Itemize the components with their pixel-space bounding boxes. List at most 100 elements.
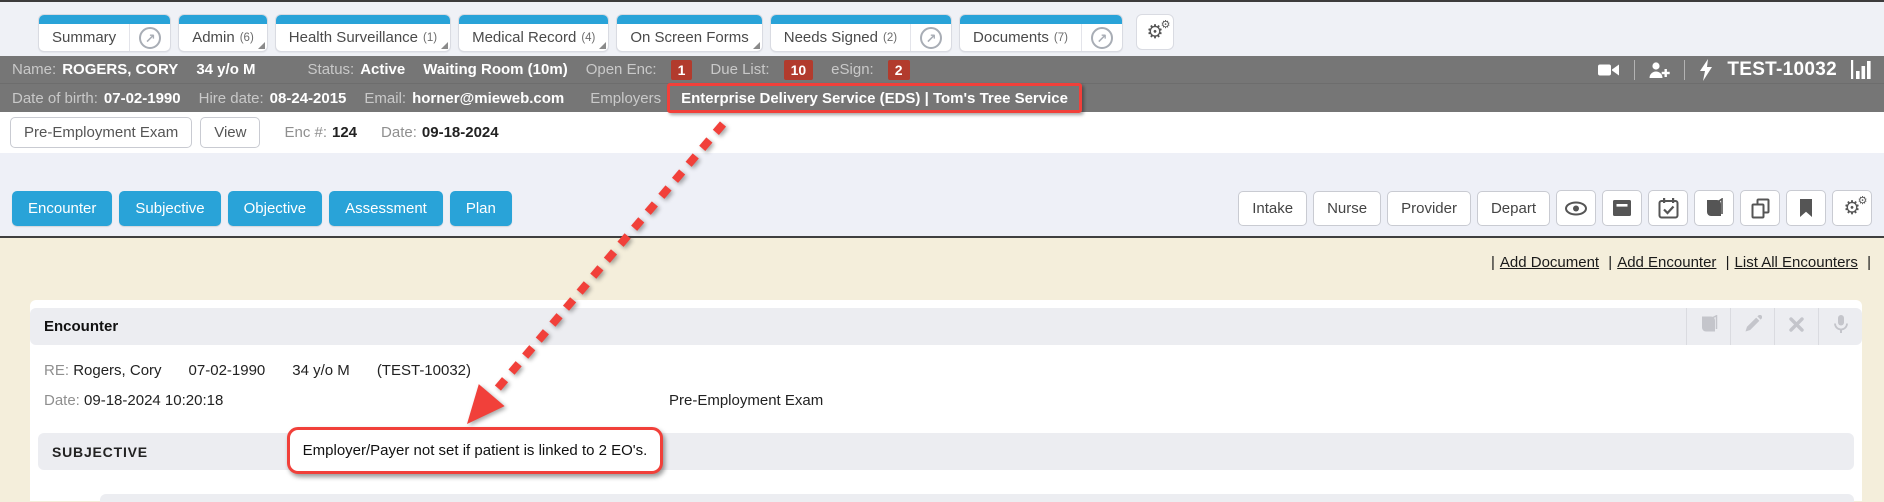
copy-button[interactable] <box>1740 190 1780 226</box>
tab-label: Health Surveillance <box>289 29 418 46</box>
patient-age-sex: 34 y/o M <box>196 61 255 78</box>
journal-button[interactable] <box>1686 308 1730 345</box>
re-age-sex: 34 y/o M <box>292 362 350 379</box>
stage-intake-button[interactable]: Intake <box>1238 191 1307 226</box>
section-encounter-button[interactable]: Encounter <box>12 191 112 226</box>
encounter-settings-button[interactable]: ⚙ <box>1832 190 1872 226</box>
close-icon <box>1789 317 1804 337</box>
add-document-link[interactable]: Add Document <box>1500 254 1599 271</box>
popout-icon: ↗ <box>1091 27 1113 49</box>
next-section-band <box>100 494 1854 502</box>
section-plan-button[interactable]: Plan <box>450 191 512 226</box>
add-user-icon[interactable] <box>1648 60 1671 80</box>
status-label: Status: <box>308 61 355 78</box>
tab-count: (6) <box>240 32 254 44</box>
divider <box>1634 60 1635 80</box>
esign-badge[interactable]: 2 <box>888 60 910 80</box>
stage-depart-button[interactable]: Depart <box>1477 191 1550 226</box>
hire-date-value: 08-24-2015 <box>270 90 347 107</box>
due-list-label: Due List: <box>710 61 769 78</box>
calendar-check-icon <box>1658 198 1679 219</box>
stage-nurse-button[interactable]: Nurse <box>1313 191 1381 226</box>
tab-count: (1) <box>423 32 437 44</box>
tab-label: Summary <box>52 29 116 46</box>
tab-summary[interactable]: Summary ↗ <box>38 14 171 52</box>
divider <box>1684 60 1685 80</box>
journal-button[interactable] <box>1694 190 1734 226</box>
section-objective-button[interactable]: Objective <box>228 191 323 226</box>
encounter-date-line: Date: 09-18-2024 10:20:18 Pre-Employment… <box>44 392 1848 409</box>
tab-label: Needs Signed <box>784 29 878 46</box>
dictate-button[interactable] <box>1818 308 1862 345</box>
view-button[interactable]: View <box>200 117 260 148</box>
employers-highlight-box: Enterprise Delivery Service (EDS) | Tom'… <box>667 83 1082 113</box>
open-enc-label: Open Enc: <box>586 61 657 78</box>
dob-label: Date of birth: <box>12 90 98 107</box>
hire-date-label: Hire date: <box>199 90 264 107</box>
tab-medical-record[interactable]: Medical Record(4) <box>458 14 609 52</box>
employers-label: Employers <box>590 90 661 107</box>
list-all-encounters-link[interactable]: List All Encounters <box>1735 254 1858 271</box>
tab-label: Documents <box>973 29 1049 46</box>
tab-label: Medical Record <box>472 29 576 46</box>
journal-icon <box>1704 198 1724 218</box>
tab-on-screen-forms[interactable]: On Screen Forms <box>616 14 762 52</box>
add-encounter-link[interactable]: Add Encounter <box>1617 254 1716 271</box>
tab-needs-signed-popout[interactable]: ↗ <box>910 15 951 51</box>
stage-provider-button[interactable]: Provider <box>1387 191 1471 226</box>
action-links: | Add Document | Add Encounter | List All E… <box>0 238 1884 271</box>
bookmark-icon <box>1798 198 1814 218</box>
enc-number-field: Enc #:124 <box>284 124 357 141</box>
bookmark-button[interactable] <box>1786 190 1826 226</box>
status-value: Active <box>360 61 405 78</box>
edit-button[interactable] <box>1730 308 1774 345</box>
encounter-re-line: RE: Rogers, Cory07-02-199034 y/o M(TEST-… <box>44 362 471 379</box>
tab-needs-signed[interactable]: Needs Signed(2) ↗ <box>770 14 952 52</box>
preview-button[interactable] <box>1556 190 1596 226</box>
chart-id: TEST-10032 <box>1727 59 1837 81</box>
name-label: Name: <box>12 61 56 78</box>
link-separator: | <box>1867 254 1871 271</box>
patient-name: ROGERS, CORY <box>62 61 178 78</box>
enc-number-value: 124 <box>332 124 357 141</box>
exam-type-button[interactable]: Pre-Employment Exam <box>10 117 192 148</box>
section-subjective-button[interactable]: Subjective <box>119 191 220 226</box>
lightning-icon[interactable] <box>1698 59 1714 81</box>
encounter-toolbar: Pre-Employment Exam View Enc #:124 Date:… <box>0 112 1884 153</box>
settings-gears-icon: ⚙ <box>1843 199 1860 218</box>
copy-icon <box>1750 198 1771 219</box>
link-separator: | <box>1491 254 1495 271</box>
video-camera-icon[interactable] <box>1597 60 1621 80</box>
re-dob: 07-02-1990 <box>189 362 266 379</box>
section-assessment-button[interactable]: Assessment <box>329 191 443 226</box>
stage-buttons-group: Intake Nurse Provider Depart <box>1238 190 1872 226</box>
app-window: Summary ↗ Admin(6) Health Surveillance (1… <box>0 0 1884 502</box>
close-button[interactable] <box>1774 308 1818 345</box>
re-patient-name: Rogers, Cory <box>73 362 161 379</box>
dropdown-corner-icon <box>753 42 760 49</box>
enc-date-value: 09-18-2024 <box>422 124 499 141</box>
stats-icon[interactable] <box>1850 59 1872 80</box>
tab-health-surveillance[interactable]: Health Surveillance (1) <box>275 14 451 52</box>
panel-title: Encounter <box>44 318 118 335</box>
enc-date-field: Date:09-18-2024 <box>381 124 499 141</box>
popout-icon: ↗ <box>920 27 942 49</box>
dropdown-corner-icon <box>599 42 606 49</box>
encounter-content-area: | Add Document | Add Encounter | List All E… <box>0 238 1884 501</box>
open-enc-badge[interactable]: 1 <box>671 60 693 80</box>
section-nav-row: Encounter Subjective Objective Assessmen… <box>0 153 1884 238</box>
edit-icon <box>1744 315 1762 338</box>
esign-label: eSign: <box>831 61 874 78</box>
tab-documents[interactable]: Documents(7) ↗ <box>959 14 1123 52</box>
tab-documents-popout[interactable]: ↗ <box>1081 15 1122 51</box>
tab-summary-popout[interactable]: ↗ <box>129 15 170 51</box>
link-separator: | <box>1608 254 1612 271</box>
due-list-badge[interactable]: 10 <box>784 60 814 80</box>
tab-settings-button[interactable]: ⚙ <box>1136 14 1174 50</box>
re-label: RE: <box>44 362 69 379</box>
link-separator: | <box>1726 254 1730 271</box>
archive-button[interactable] <box>1602 190 1642 226</box>
tab-admin[interactable]: Admin(6) <box>178 14 268 52</box>
calendar-check-button[interactable] <box>1648 190 1688 226</box>
dob-value: 07-02-1990 <box>104 90 181 107</box>
